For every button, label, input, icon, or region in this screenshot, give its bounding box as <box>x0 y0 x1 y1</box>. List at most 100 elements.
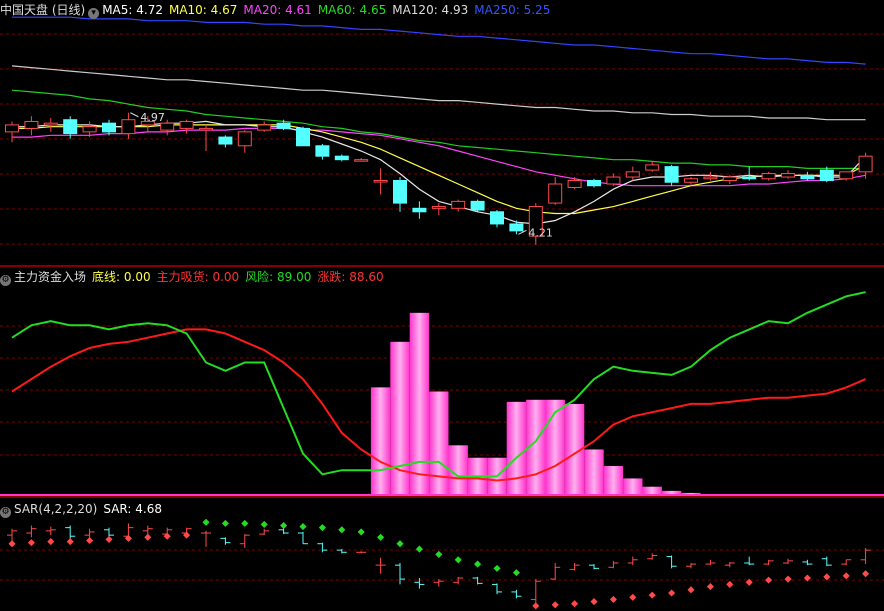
main-panel-header: 中国天盘 (日线) ▾ MA5: 4.72 MA10: 4.67 MA20: 4.61 M… <box>0 1 562 19</box>
sar-dot <box>454 556 462 564</box>
candle-body <box>451 200 466 209</box>
sar-dot <box>512 569 520 577</box>
sar-dot <box>299 523 307 531</box>
sar-dot <box>532 602 540 610</box>
candle-body <box>800 174 815 180</box>
sar-dot <box>726 580 734 588</box>
sar-dot <box>687 586 695 594</box>
candle-body <box>839 171 854 180</box>
sar-dot <box>47 538 55 546</box>
capital-bar <box>642 486 662 495</box>
sar-dot <box>435 550 443 558</box>
candle-body <box>393 180 407 204</box>
candle-body <box>567 180 582 188</box>
price-annotation: 4.97 <box>140 111 165 124</box>
capital-bar <box>623 478 643 495</box>
sar-dot <box>318 524 326 532</box>
candle-body <box>121 119 136 135</box>
fund-indicator-title: 主力资金入场 <box>14 270 87 284</box>
sar-dot <box>842 572 850 580</box>
fund-legend-item: 主力吸货: 0.00 <box>156 270 240 284</box>
candle-body <box>24 120 39 129</box>
chart-canvas[interactable]: 4.97 4.21 <box>0 0 884 611</box>
sar-dot <box>823 573 831 581</box>
sar-dot <box>86 536 94 545</box>
capital-bar <box>603 466 624 495</box>
main-legend-item: MA10: 4.67 <box>168 3 238 17</box>
sar-dot <box>629 593 637 601</box>
sar-dot <box>144 533 152 541</box>
ma10-line <box>12 124 866 215</box>
candle-body <box>742 176 757 180</box>
candle-body <box>354 159 369 162</box>
capital-bar <box>370 387 391 495</box>
capital-bar <box>506 401 527 495</box>
candle-body <box>490 211 504 225</box>
sar-dot <box>221 519 229 527</box>
sar-dot <box>202 518 210 526</box>
candle-body <box>334 155 349 161</box>
sar-dot <box>396 540 404 548</box>
candle-body <box>276 122 291 129</box>
candle-body <box>315 145 330 157</box>
sar-dot <box>338 526 346 534</box>
candle-body <box>548 183 563 204</box>
candle-body <box>199 127 213 131</box>
candle-body <box>218 136 233 145</box>
sar-dot <box>493 564 501 572</box>
candle-body <box>5 124 19 133</box>
candle-body <box>160 122 175 131</box>
sar-dot <box>474 560 482 568</box>
sar-dot <box>105 535 113 543</box>
sar-dot <box>765 576 773 584</box>
gear-icon[interactable]: ⚙ <box>0 275 11 286</box>
candle-body <box>102 122 116 133</box>
main-legend-item: MA250: 5.25 <box>474 3 551 17</box>
sar-dot <box>27 539 35 547</box>
candle-body <box>703 176 718 180</box>
price-annotation: 4.21 <box>528 226 553 239</box>
candle-body <box>179 120 194 129</box>
fund-legend-item: 涨跌: 88.60 <box>317 270 384 284</box>
candle-body <box>431 206 446 209</box>
sar-dot <box>8 540 16 548</box>
candle-body <box>781 173 795 178</box>
main-legend-item: MA60: 4.65 <box>317 3 387 17</box>
annotation-arrow <box>130 112 139 118</box>
main-legend-item: MA20: 4.61 <box>243 3 312 17</box>
gear-icon[interactable]: ⚙ <box>0 507 11 518</box>
main-legend-item: MA5: 4.72 <box>102 3 163 17</box>
sar-dot <box>668 589 676 597</box>
candle-body <box>43 122 58 126</box>
candle-body <box>722 176 737 182</box>
sar-dot <box>571 600 579 608</box>
candle-body <box>82 126 97 133</box>
fund-panel-header: ⚙ 主力资金入场 底线: 0.00 主力吸货: 0.00 风险: 89.00 涨跌: 88… <box>0 268 396 286</box>
sar-dot <box>260 520 268 528</box>
candle-body <box>645 164 660 171</box>
sar-dot <box>784 575 792 583</box>
sar-dot <box>377 533 385 541</box>
sar-dot <box>357 528 365 536</box>
candle-body <box>373 180 388 183</box>
candle-body <box>587 180 601 187</box>
capital-bar <box>584 449 604 495</box>
ma20-line <box>12 127 866 187</box>
candle-body <box>257 124 272 131</box>
candle-body <box>684 178 698 183</box>
candle-body <box>296 127 310 147</box>
candle-body <box>664 166 679 183</box>
sar-panel-header: ⚙ SAR(4,2,2,20) SAR: 4.68 <box>0 500 174 518</box>
fund-legend-item: 底线: 0.00 <box>92 270 151 284</box>
chevron-down-icon[interactable]: ▾ <box>88 8 100 19</box>
stock-chart-window: 4.97 4.21 中国天盘 (日线) ▾ MA5: 4.72 MA10: 4.67 MA… <box>0 0 884 611</box>
sar-dot <box>590 598 598 606</box>
candle-body <box>412 207 427 213</box>
candle-body <box>606 176 621 185</box>
sar-dot <box>280 521 288 530</box>
ma60-line <box>11 89 866 169</box>
candle-body <box>63 119 78 135</box>
ma250-line <box>12 16 866 65</box>
candle-body <box>625 171 640 178</box>
candle-body <box>509 223 524 232</box>
